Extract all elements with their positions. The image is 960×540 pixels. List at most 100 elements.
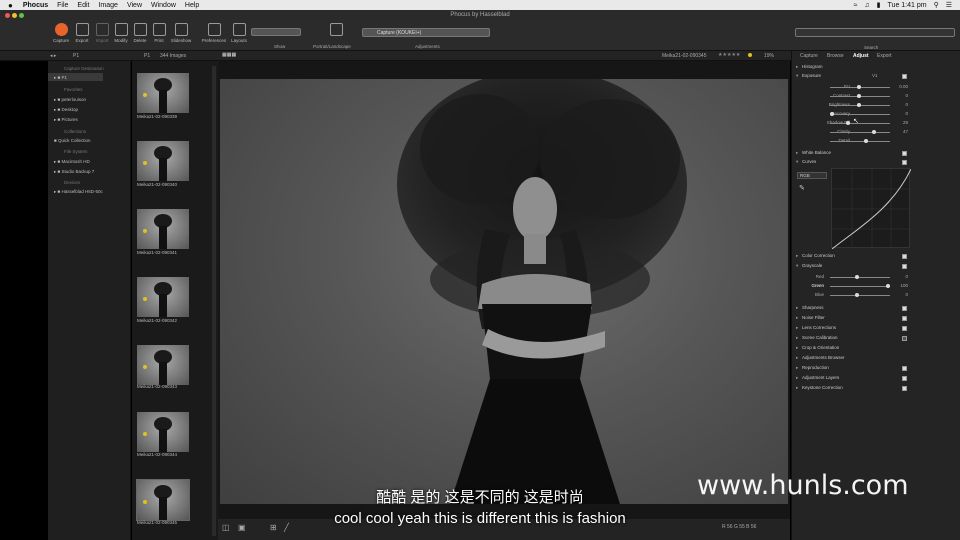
thumbnail[interactable] bbox=[137, 73, 189, 113]
menu-help[interactable]: Help bbox=[185, 2, 199, 9]
menu-edit[interactable]: Edit bbox=[77, 2, 89, 9]
zoom-window-icon[interactable] bbox=[19, 12, 24, 18]
capture-button[interactable]: Capture bbox=[50, 23, 72, 43]
adjust-panel: Capture Browse Adjust Export ▸ Histogram … bbox=[791, 51, 960, 540]
menu-app[interactable]: Phocus bbox=[23, 2, 48, 9]
device-item-h6d[interactable]: ▸ ■ Hasselblad H6D-50c bbox=[54, 189, 103, 195]
menu-image[interactable]: Image bbox=[98, 2, 117, 9]
print-button[interactable]: Print bbox=[148, 23, 170, 43]
show-segment-control[interactable] bbox=[251, 28, 301, 36]
thumbnail-filmstrip: Meika21-02-090339 Meika21-02-090340 Meik… bbox=[132, 61, 218, 540]
tool-lens-corrections[interactable]: ▸ Lens Corrections bbox=[796, 325, 914, 331]
tab-adjust[interactable]: Adjust bbox=[853, 53, 869, 59]
fs-item-macintosh-hd[interactable]: ▸ ■ Macintosh HD bbox=[54, 159, 90, 165]
tool-crop-orientation[interactable]: ▸ Crop & Orientation bbox=[796, 345, 914, 351]
zoom-level[interactable]: 19% bbox=[764, 53, 774, 59]
fav-item-peterlouison[interactable]: ▸ ■ peterlouison bbox=[54, 97, 86, 103]
battery-icon[interactable]: ▮ bbox=[877, 1, 881, 9]
menu-view[interactable]: View bbox=[127, 2, 142, 9]
quick-collection-item[interactable]: ■ Quick Collection bbox=[54, 138, 90, 143]
tool-histogram[interactable]: ▸ Histogram bbox=[796, 64, 914, 70]
tool-grayscale[interactable]: ▾ Grayscale bbox=[796, 263, 914, 269]
notification-icon[interactable]: ☰ bbox=[946, 1, 952, 9]
tool-white-balance[interactable]: ▸ White Balance bbox=[796, 150, 914, 156]
wifi-icon[interactable]: ≈ bbox=[854, 2, 858, 9]
fav-item-pictures[interactable]: ▸ ■ Pictures bbox=[54, 117, 78, 123]
main-toolbar: Capture Export Import Modify Delete Prin… bbox=[0, 20, 960, 51]
export-button[interactable]: Export bbox=[71, 23, 93, 43]
thumbnail-caption: Meika21-02-090343 bbox=[137, 384, 178, 389]
preferences-button[interactable]: Preferences bbox=[200, 23, 228, 43]
curves-graph[interactable] bbox=[831, 168, 912, 250]
tool-reproduction[interactable]: ▸ Reproduction bbox=[796, 365, 914, 371]
grayscale-checkbox[interactable] bbox=[902, 264, 907, 269]
tool-checkbox[interactable] bbox=[902, 386, 907, 391]
tool-checkbox[interactable] bbox=[902, 376, 907, 381]
slideshow-button[interactable]: Slideshow bbox=[170, 23, 192, 43]
macos-menubar: ● Phocus File Edit Image View Window Hel… bbox=[0, 0, 960, 10]
thumbnail[interactable] bbox=[137, 277, 189, 317]
thumbnail[interactable] bbox=[137, 412, 189, 452]
apple-menu-icon[interactable]: ● bbox=[8, 1, 13, 10]
nav-arrows-icon[interactable]: ◂ ▸ bbox=[50, 53, 56, 59]
tool-checkbox[interactable] bbox=[902, 326, 907, 331]
spotlight-icon[interactable]: ⚲ bbox=[934, 1, 939, 9]
view-mode-icon[interactable]: ▦▦▦ bbox=[222, 52, 236, 58]
capture-folder-item[interactable]: ▸ ■ P1 bbox=[54, 75, 67, 81]
color-tag-icon[interactable] bbox=[748, 53, 752, 57]
tool-color-correction[interactable]: ▸ Color Correction bbox=[796, 253, 914, 259]
tool-checkbox[interactable] bbox=[902, 316, 907, 321]
folder-path[interactable]: P1 bbox=[73, 53, 79, 59]
eyedropper-icon[interactable]: ✎ bbox=[799, 184, 805, 192]
rating-stars-icon[interactable]: ★★★★★ bbox=[718, 52, 740, 58]
fs-item-studio-backup[interactable]: ▸ ■ Studio Backup 7 bbox=[54, 169, 94, 175]
exposure-preset[interactable]: V1 bbox=[872, 73, 878, 78]
tool-sharpness[interactable]: ▸ Sharpness bbox=[796, 305, 914, 311]
tool-checkbox[interactable] bbox=[902, 306, 907, 311]
layouts-icon bbox=[232, 23, 246, 36]
tool-checkbox[interactable] bbox=[902, 336, 907, 341]
tool-noise-filter[interactable]: ▸ Noise Filter bbox=[796, 315, 914, 321]
fav-item-desktop[interactable]: ▸ ■ Desktop bbox=[54, 107, 78, 113]
rating-dot-icon bbox=[143, 93, 147, 97]
thumbnail[interactable] bbox=[137, 345, 189, 385]
curves-channel-select[interactable]: RGB bbox=[797, 172, 827, 179]
tab-browse[interactable]: Browse bbox=[827, 53, 844, 59]
subtitle-english: cool cool yeah this is different this is… bbox=[334, 510, 626, 527]
filmstrip-scrollbar[interactable] bbox=[212, 66, 216, 536]
section-file-system: File System bbox=[64, 149, 88, 154]
thumbnail[interactable] bbox=[137, 141, 189, 181]
tool-curves[interactable]: ▾ Curves bbox=[796, 159, 914, 165]
tool-adjustments-browser[interactable]: ▸ Adjustments Browser bbox=[796, 355, 914, 361]
curves-checkbox[interactable] bbox=[902, 160, 907, 165]
portrait-landscape-label: Portrait/Landscape bbox=[313, 44, 351, 49]
color-correction-checkbox[interactable] bbox=[902, 254, 907, 259]
close-window-icon[interactable] bbox=[5, 12, 10, 18]
menu-file[interactable]: File bbox=[57, 2, 68, 9]
thumbnail-caption: Meika21-02-090344 bbox=[137, 452, 178, 457]
menubar-clock[interactable]: Tue 1:41 pm bbox=[888, 2, 927, 9]
thumbnail[interactable] bbox=[137, 209, 189, 249]
capture-select[interactable]: Capture (KOUKEI+) bbox=[362, 28, 490, 37]
rating-dot-icon bbox=[143, 229, 147, 233]
portrait-landscape-button[interactable] bbox=[325, 23, 347, 38]
rating-dot-icon bbox=[143, 161, 147, 165]
exposure-enabled-checkbox[interactable] bbox=[902, 74, 907, 79]
tool-keystone-correction[interactable]: ▸ Keystone Correction bbox=[796, 385, 914, 391]
layouts-button[interactable]: Layouts bbox=[228, 23, 250, 43]
thumbnail-caption: Meika21-02-090342 bbox=[137, 318, 178, 323]
tool-exposure[interactable]: ▾ Exposure bbox=[796, 73, 914, 79]
menu-window[interactable]: Window bbox=[151, 2, 176, 9]
minimize-window-icon[interactable] bbox=[12, 12, 17, 18]
tool-scene-calibration[interactable]: ▸ Scene Calibration bbox=[796, 335, 914, 341]
search-input[interactable] bbox=[795, 28, 955, 37]
tab-capture[interactable]: Capture bbox=[800, 53, 818, 59]
volume-icon[interactable]: ♫ bbox=[864, 2, 869, 9]
tool-adjustment-layers[interactable]: ▸ Adjustment Layers bbox=[796, 375, 914, 381]
rating-dot-icon bbox=[143, 432, 147, 436]
tool-checkbox[interactable] bbox=[902, 366, 907, 371]
main-photo[interactable] bbox=[220, 79, 788, 504]
section-capture-destination: Capture Destination bbox=[64, 66, 104, 71]
tab-export[interactable]: Export bbox=[877, 53, 891, 59]
white-balance-checkbox[interactable] bbox=[902, 151, 907, 156]
